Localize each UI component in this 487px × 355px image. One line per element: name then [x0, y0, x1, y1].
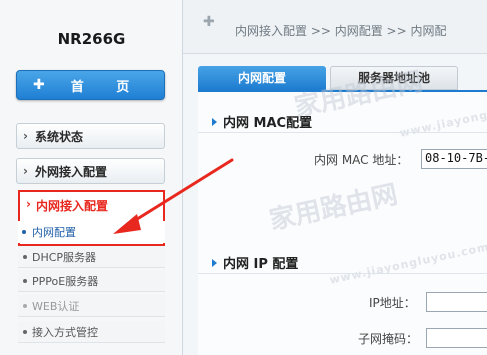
sidebar-item-label: 系统状态 [35, 129, 84, 144]
sidebar-item-system-status[interactable]: › 系统状态 [16, 123, 165, 149]
device-model-title: NR266G [57, 30, 126, 48]
sidebar-subitem-label: 接入方式管控 [32, 325, 98, 339]
divider [198, 132, 487, 133]
chevron-right-icon: › [26, 197, 31, 211]
subnet-mask-label: 子网掩码： [358, 332, 419, 346]
sidebar-subitem-web-auth[interactable]: WEB认证 [18, 295, 165, 317]
ip-address-input[interactable] [426, 292, 487, 312]
ip-address-label: IP地址： [369, 296, 416, 310]
chevron-right-icon: › [23, 164, 28, 178]
sidebar-item-label: 内网接入配置 [36, 198, 109, 213]
sidebar-subitem-label: 内网配置 [32, 226, 76, 239]
main-content: 家用路由网 www.jiayongluyou.com 家用路由网 www.jia… [198, 67, 487, 355]
home-button-label: 首 页 [70, 79, 144, 95]
sidebar-subitem-label: PPPoE服务器 [32, 274, 99, 288]
breadcrumb: 内网接入配置 >> 内网配置 >> 内网配 [235, 24, 447, 38]
plus-icon: ✚ [33, 77, 45, 93]
divider [198, 273, 487, 274]
mac-address-input[interactable]: 08-10-7B- [421, 149, 487, 169]
sidebar-subitem-access-control[interactable]: 接入方式管控 [18, 321, 165, 343]
ip-section-title: 内网 IP 配置 [212, 253, 298, 272]
mac-address-label: 内网 MAC 地址： [314, 153, 409, 167]
triangle-right-icon [212, 118, 217, 126]
tab-address-pool[interactable]: 服务器地址池 [330, 66, 458, 90]
sidebar-subitem-label: DHCP服务器 [32, 250, 97, 264]
bullet-icon [23, 279, 27, 283]
tab-lan-settings[interactable]: 内网配置 [198, 66, 326, 90]
bullet-icon [22, 230, 26, 234]
sidebar-subitem-label: WEB认证 [32, 299, 80, 313]
sidebar-subitem-pppoe[interactable]: PPPoE服务器 [18, 270, 165, 292]
triangle-right-icon [212, 259, 217, 267]
bullet-icon [23, 304, 27, 308]
chevron-right-icon: › [23, 129, 28, 143]
location-icon: ✚ [203, 14, 215, 30]
sidebar-subitem-dhcp[interactable]: DHCP服务器 [18, 246, 165, 268]
bullet-icon [23, 255, 27, 259]
subnet-mask-input[interactable] [426, 328, 487, 348]
sidebar-subitem-lan-settings[interactable]: 内网配置 [18, 221, 165, 243]
breadcrumb-bar: ✚ 内网接入配置 >> 内网配置 >> 内网配 [183, 0, 487, 54]
bullet-icon [23, 330, 27, 334]
sidebar-item-lan-config[interactable]: › 内网接入配置 [20, 194, 163, 216]
sidebar-item-wan-config[interactable]: › 外网接入配置 [16, 158, 165, 184]
mac-section-title: 内网 MAC配置 [212, 112, 312, 131]
watermark-url: www.jiayongluyou.com [328, 240, 487, 287]
sidebar-item-label: 外网接入配置 [35, 164, 108, 179]
home-button[interactable]: ✚ 首 页 [16, 70, 165, 100]
watermark-text: 家用路由网 [266, 179, 401, 237]
sidebar: NR266G ✚ 首 页 › 系统状态 › 外网接入配置 › 内网接入配置 内网… [0, 0, 183, 355]
